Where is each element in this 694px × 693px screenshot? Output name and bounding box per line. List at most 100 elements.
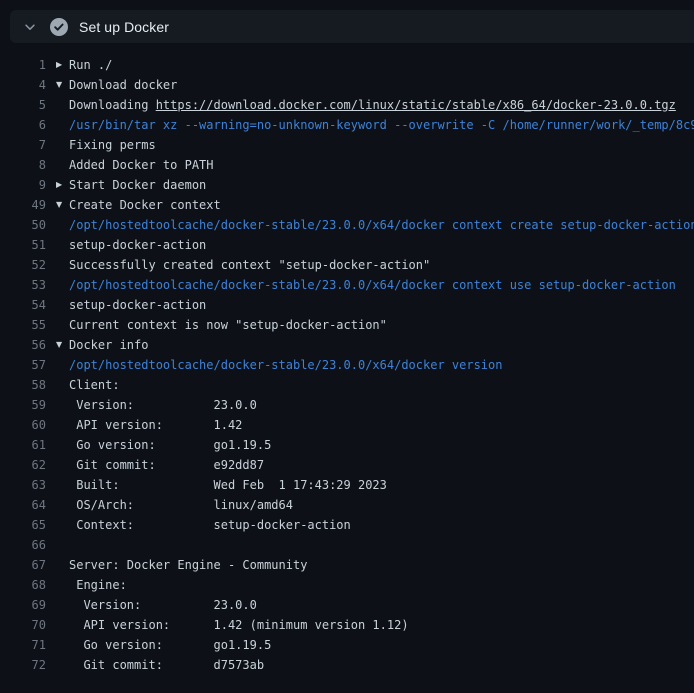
line-number[interactable]: 7: [0, 135, 46, 155]
line-number[interactable]: 8: [0, 155, 46, 175]
line-text: Built: Wed Feb 1 17:43:29 2023: [69, 475, 387, 495]
group-collapsed-icon[interactable]: ▶: [56, 175, 69, 195]
log-text-segment: /opt/hostedtoolcache/docker-stable/23.0.…: [69, 218, 694, 232]
log-group-line[interactable]: 56 ▼Docker info: [0, 335, 694, 355]
line-text: Docker info: [69, 335, 148, 355]
log-text-segment: Start Docker daemon: [69, 178, 206, 192]
log-line: 70 API version: 1.42 (minimum version 1.…: [0, 615, 694, 635]
log-text-segment: Current context is now "setup-docker-act…: [69, 318, 387, 332]
arrow-spacer: [56, 615, 69, 635]
line-number[interactable]: 54: [0, 295, 46, 315]
arrow-spacer: [56, 655, 69, 675]
log-text-segment: OS/Arch: linux/amd64: [69, 498, 293, 512]
line-number[interactable]: 6: [0, 115, 46, 135]
log-text-segment: Added Docker to PATH: [69, 158, 214, 172]
log-text-segment: Run ./: [69, 58, 112, 72]
line-number[interactable]: 59: [0, 395, 46, 415]
line-text: setup-docker-action: [69, 235, 206, 255]
log-line: 60 API version: 1.42: [0, 415, 694, 435]
arrow-spacer: [56, 495, 69, 515]
line-number[interactable]: 58: [0, 375, 46, 395]
actions-log-page: Set up Docker 1▶Run ./4▼Download docker5…: [0, 10, 694, 675]
log-text-segment: Download docker: [69, 78, 177, 92]
arrow-spacer: [56, 555, 69, 575]
line-number[interactable]: 50: [0, 215, 46, 235]
arrow-spacer: [56, 115, 69, 135]
line-number[interactable]: 9: [0, 175, 46, 195]
line-number[interactable]: 63: [0, 475, 46, 495]
line-text: Downloading https://download.docker.com/…: [69, 95, 676, 115]
log-text-segment: /opt/hostedtoolcache/docker-stable/23.0.…: [69, 278, 676, 292]
line-number[interactable]: 60: [0, 415, 46, 435]
line-text: Version: 23.0.0: [69, 395, 257, 415]
line-text: Version: 23.0.0: [69, 595, 257, 615]
line-text: Download docker: [69, 75, 177, 95]
log-group-line[interactable]: 9 ▶Start Docker daemon: [0, 175, 694, 195]
log-text-segment: Create Docker context: [69, 198, 221, 212]
group-expanded-icon[interactable]: ▼: [56, 75, 69, 95]
line-number[interactable]: 62: [0, 455, 46, 475]
line-number[interactable]: 65: [0, 515, 46, 535]
line-text: setup-docker-action: [69, 295, 206, 315]
line-text: API version: 1.42: [69, 415, 242, 435]
line-number[interactable]: 57: [0, 355, 46, 375]
line-number[interactable]: 56: [0, 335, 46, 355]
line-text: /opt/hostedtoolcache/docker-stable/23.0.…: [69, 215, 694, 235]
log-line: 53/opt/hostedtoolcache/docker-stable/23.…: [0, 275, 694, 295]
log-line: 6/usr/bin/tar xz --warning=no-unknown-ke…: [0, 115, 694, 135]
line-number[interactable]: 55: [0, 315, 46, 335]
line-number[interactable]: 4: [0, 75, 46, 95]
line-number[interactable]: 1: [0, 55, 46, 75]
group-expanded-icon[interactable]: ▼: [56, 195, 69, 215]
line-text: Engine:: [69, 575, 127, 595]
log-group-line[interactable]: 49 ▼Create Docker context: [0, 195, 694, 215]
line-number[interactable]: 49: [0, 195, 46, 215]
log-text-segment: Git commit: d7573ab: [69, 658, 264, 672]
line-number[interactable]: 71: [0, 635, 46, 655]
log-url-link[interactable]: https://download.docker.com/linux/static…: [156, 98, 676, 112]
line-number[interactable]: 61: [0, 435, 46, 455]
log-group-line[interactable]: 4 ▼Download docker: [0, 75, 694, 95]
line-number[interactable]: 5: [0, 95, 46, 115]
log-line: 64 OS/Arch: linux/amd64: [0, 495, 694, 515]
line-text: Client:: [69, 375, 120, 395]
line-number[interactable]: 67: [0, 555, 46, 575]
log-text-segment: Built: Wed Feb 1 17:43:29 2023: [69, 478, 387, 492]
line-number[interactable]: 70: [0, 615, 46, 635]
arrow-spacer: [56, 415, 69, 435]
group-collapsed-icon[interactable]: ▶: [56, 55, 69, 75]
line-text: Start Docker daemon: [69, 175, 206, 195]
line-number[interactable]: 64: [0, 495, 46, 515]
log-line: 55 Current context is now "setup-docker-a…: [0, 315, 694, 335]
log-line: 65 Context: setup-docker-action: [0, 515, 694, 535]
step-header[interactable]: Set up Docker: [10, 10, 694, 43]
log-line: 59 Version: 23.0.0: [0, 395, 694, 415]
arrow-spacer: [56, 595, 69, 615]
log-line: 50/opt/hostedtoolcache/docker-stable/23.…: [0, 215, 694, 235]
log-text-segment: Version: 23.0.0: [69, 598, 257, 612]
log-text-segment: Client:: [69, 378, 120, 392]
log-text-segment: Docker info: [69, 338, 148, 352]
log-line: 68 Engine:: [0, 575, 694, 595]
arrow-spacer: [56, 575, 69, 595]
chevron-down-icon[interactable]: [23, 20, 37, 34]
line-text: /opt/hostedtoolcache/docker-stable/23.0.…: [69, 275, 676, 295]
group-expanded-icon[interactable]: ▼: [56, 335, 69, 355]
line-number[interactable]: 69: [0, 595, 46, 615]
line-number[interactable]: 68: [0, 575, 46, 595]
log-text-segment: Go version: go1.19.5: [69, 438, 271, 452]
log-line: 69 Version: 23.0.0: [0, 595, 694, 615]
log-line: 54 setup-docker-action: [0, 295, 694, 315]
line-text: API version: 1.42 (minimum version 1.12): [69, 615, 409, 635]
line-number[interactable]: 51: [0, 235, 46, 255]
arrow-spacer: [56, 215, 69, 235]
arrow-spacer: [56, 315, 69, 335]
line-text: Current context is now "setup-docker-act…: [69, 315, 387, 335]
line-number[interactable]: 72: [0, 655, 46, 675]
log-group-line[interactable]: 1 ▶Run ./: [0, 55, 694, 75]
line-text: Added Docker to PATH: [69, 155, 214, 175]
log-line: 63 Built: Wed Feb 1 17:43:29 2023: [0, 475, 694, 495]
line-number[interactable]: 52: [0, 255, 46, 275]
line-number[interactable]: 53: [0, 275, 46, 295]
line-number[interactable]: 66: [0, 535, 46, 555]
